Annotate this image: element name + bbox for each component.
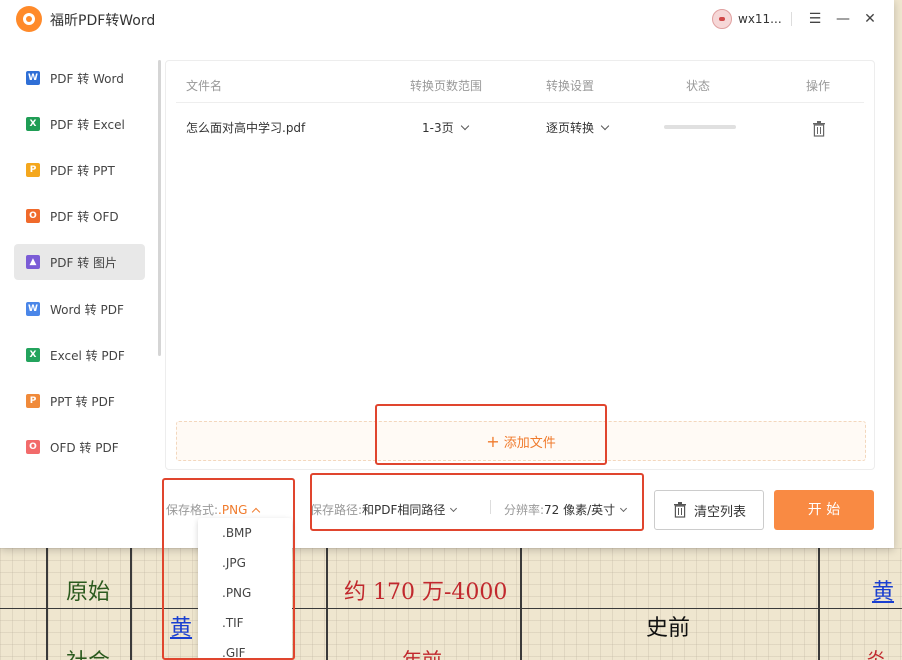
highlight-box-path-resolution [310,473,644,531]
table-line [0,608,902,609]
sidebar-item-pdf-to-image[interactable]: ▲ PDF 转 图片 [14,244,145,280]
start-button[interactable]: 开 始 [774,490,874,530]
app-title: 福昕PDF转Word [50,13,156,29]
file-name: 怎么面对高中学习.pdf [186,121,306,135]
title-bar: 福昕PDF转Word wx11... ☰ — ✕ [0,0,894,40]
word-icon: W [26,71,40,85]
page-range-select[interactable]: 1-3页 [422,119,469,136]
image-icon: ▲ [26,255,40,269]
trash-icon [673,502,686,518]
sidebar-item-pdf-to-word[interactable]: W PDF 转 Word [14,60,145,96]
minimize-icon[interactable]: — [835,10,851,28]
ofd-to-pdf-icon: O [26,440,40,454]
menu-icon[interactable]: ☰ [807,10,823,28]
column-header-range: 转换页数范围 [410,79,483,93]
sidebar-item-pdf-to-ofd[interactable]: O PDF 转 OFD [14,198,145,234]
sidebar-item-label: PPT 转 PDF [50,394,115,409]
progress-bar [664,125,736,129]
sidebar-item-label: Word 转 PDF [50,302,124,317]
table-row: 怎么面对高中学习.pdf 1-3页 逐页转换 [176,109,864,145]
table-line [326,548,328,660]
column-header-action: 操作 [806,79,831,93]
sidebar-item-label: PDF 转 Word [50,71,124,86]
table-header: 文件名 转换页数范围 转换设置 状态 操作 [176,61,864,103]
sidebar-item-pdf-to-excel[interactable]: X PDF 转 Excel [14,106,145,142]
ppt-icon: P [26,163,40,177]
table-line [130,548,132,660]
background-document: 原始 约 170 万-4000 黄 史前 黄 社会 年前 炎 [0,548,902,660]
sidebar-item-label: PDF 转 图片 [50,255,118,270]
highlight-box-format [162,478,295,660]
column-header-settings: 转换设置 [546,79,595,93]
doc-cell: 社会 [66,644,110,660]
page-range-value: 1-3页 [422,121,454,135]
ppt-to-pdf-icon: P [26,394,40,408]
highlight-box-add-file [375,404,607,465]
convert-mode-select[interactable]: 逐页转换 [546,119,610,136]
table-line [818,548,820,660]
doc-cell: 史前 [646,616,691,641]
column-header-name: 文件名 [186,79,223,93]
convert-mode-value: 逐页转换 [546,121,595,135]
sidebar-item-label: Excel 转 PDF [50,348,125,363]
word-to-pdf-icon: W [26,302,40,316]
excel-icon: X [26,117,40,131]
sidebar-item-ppt-to-pdf[interactable]: P PPT 转 PDF [14,383,145,419]
sidebar-item-word-to-pdf[interactable]: W Word 转 PDF [14,291,145,327]
sidebar-item-excel-to-pdf[interactable]: X Excel 转 PDF [14,337,145,373]
sidebar-scrollbar[interactable] [158,60,161,356]
column-header-status: 状态 [686,79,711,93]
close-icon[interactable]: ✕ [862,10,878,28]
excel-to-pdf-icon: X [26,348,40,362]
avatar [712,9,732,29]
clear-list-label: 清空列表 [693,504,746,520]
sidebar-item-ofd-to-pdf[interactable]: O OFD 转 PDF [14,429,145,465]
doc-cell: 炎 [866,648,886,660]
trash-icon[interactable] [812,121,826,137]
sidebar-item-label: OFD 转 PDF [50,440,119,455]
sidebar-item-label: PDF 转 OFD [50,209,119,224]
chevron-down-icon [600,121,610,131]
app-window: 福昕PDF转Word wx11... ☰ — ✕ W PDF 转 Word X … [0,0,894,548]
user-account[interactable]: wx11... [712,8,782,30]
sidebar: W PDF 转 Word X PDF 转 Excel P PDF 转 PPT O… [0,56,160,476]
sidebar-item-pdf-to-ppt[interactable]: P PDF 转 PPT [14,152,145,188]
user-name: wx11... [738,12,782,26]
doc-cell: 约 170 万-4000 [344,580,508,605]
divider [791,12,792,26]
doc-cell: 黄 [872,580,895,605]
table-line [46,548,48,660]
ofd-icon: O [26,209,40,223]
sidebar-item-label: PDF 转 Excel [50,117,125,132]
clear-list-button[interactable]: 清空列表 [654,490,764,530]
doc-cell: 年前 [402,648,442,660]
chevron-down-icon [460,121,469,131]
doc-cell: 原始 [66,580,111,605]
table-line [520,548,522,660]
app-logo-icon [16,6,42,32]
sidebar-item-label: PDF 转 PPT [50,163,115,178]
